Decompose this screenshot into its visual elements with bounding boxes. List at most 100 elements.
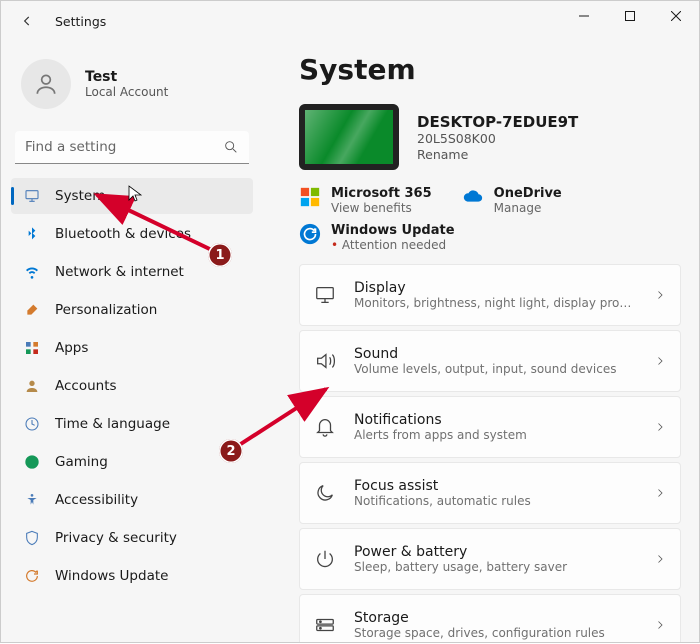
row-title: Power & battery [354, 544, 636, 560]
monitor-thumbnail [299, 104, 399, 170]
back-button[interactable] [13, 7, 41, 35]
row-sound[interactable]: SoundVolume levels, output, input, sound… [299, 330, 681, 392]
device-model: 20L5S08K00 [417, 131, 578, 146]
row-title: Notifications [354, 412, 636, 428]
sound-icon [314, 350, 336, 372]
sidebar-item-personalization[interactable]: Personalization [11, 292, 253, 328]
brush-icon [23, 301, 41, 319]
accessibility-icon [23, 491, 41, 509]
apps-icon [23, 339, 41, 357]
sidebar-item-label: Apps [55, 340, 88, 356]
annotation-badge-2: 2 [219, 439, 243, 463]
update-badge-icon [299, 223, 321, 245]
avatar [21, 59, 71, 109]
sidebar-item-label: System [55, 188, 105, 204]
sidebar-item-label: Time & language [55, 416, 170, 432]
sidebar: Test Local Account System Bluetooth & de… [1, 41, 261, 642]
search-icon [223, 139, 239, 155]
sidebar-item-privacy[interactable]: Privacy & security [11, 520, 253, 556]
service-tiles-2: Windows Update Attention needed [299, 223, 681, 252]
chevron-right-icon [654, 619, 666, 631]
wifi-icon [23, 263, 41, 281]
sidebar-item-label: Accessibility [55, 492, 138, 508]
nav-list: System Bluetooth & devices Network & int… [11, 178, 253, 594]
row-focus-assist[interactable]: Focus assistNotifications, automatic rul… [299, 462, 681, 524]
sidebar-item-label: Privacy & security [55, 530, 177, 546]
account-name: Test [85, 69, 168, 85]
settings-window: Settings Test Local Account [0, 0, 700, 643]
sidebar-item-label: Bluetooth & devices [55, 226, 191, 242]
tile-sub: Attention needed [331, 238, 455, 252]
tile-onedrive[interactable]: OneDrive Manage [462, 186, 562, 215]
row-storage[interactable]: StorageStorage space, drives, configurat… [299, 594, 681, 642]
moon-icon [314, 482, 336, 504]
minimize-button[interactable] [561, 1, 607, 31]
account-type: Local Account [85, 85, 168, 99]
sidebar-item-time-language[interactable]: Time & language [11, 406, 253, 442]
titlebar: Settings [1, 1, 699, 41]
sidebar-item-accounts[interactable]: Accounts [11, 368, 253, 404]
globe-clock-icon [23, 415, 41, 433]
row-sub: Monitors, brightness, night light, displ… [354, 296, 636, 310]
tile-microsoft365[interactable]: Microsoft 365 View benefits [299, 186, 432, 215]
device-name: DESKTOP-7EDUE9T [417, 113, 578, 131]
shield-icon [23, 529, 41, 547]
microsoft-icon [299, 186, 321, 208]
row-sub: Storage space, drives, configuration rul… [354, 626, 636, 640]
sidebar-item-label: Gaming [55, 454, 108, 470]
row-title: Display [354, 280, 636, 296]
search-box[interactable] [15, 131, 249, 164]
sidebar-item-gaming[interactable]: Gaming [11, 444, 253, 480]
sidebar-item-label: Accounts [55, 378, 117, 394]
display-icon [314, 284, 336, 306]
settings-list: DisplayMonitors, brightness, night light… [299, 264, 681, 642]
system-icon [23, 187, 41, 205]
gaming-icon [23, 453, 41, 471]
storage-icon [314, 614, 336, 636]
close-button[interactable] [653, 1, 699, 31]
chevron-right-icon [654, 289, 666, 301]
chevron-right-icon [654, 421, 666, 433]
bluetooth-icon [23, 225, 41, 243]
sidebar-item-label: Network & internet [55, 264, 184, 280]
page-title: System [299, 53, 681, 86]
main-panel: System DESKTOP-7EDUE9T 20L5S08K00 Rename… [261, 41, 699, 642]
sidebar-item-accessibility[interactable]: Accessibility [11, 482, 253, 518]
row-sub: Alerts from apps and system [354, 428, 636, 442]
rename-link[interactable]: Rename [417, 147, 578, 162]
chevron-right-icon [654, 355, 666, 367]
chevron-right-icon [654, 487, 666, 499]
tile-title: Windows Update [331, 223, 455, 238]
person-icon [23, 377, 41, 395]
chevron-right-icon [654, 553, 666, 565]
row-display[interactable]: DisplayMonitors, brightness, night light… [299, 264, 681, 326]
onedrive-icon [462, 186, 484, 208]
tile-title: OneDrive [494, 186, 562, 201]
sidebar-item-apps[interactable]: Apps [11, 330, 253, 366]
row-title: Storage [354, 610, 636, 626]
sidebar-item-label: Windows Update [55, 568, 168, 584]
tile-windows-update[interactable]: Windows Update Attention needed [299, 223, 455, 252]
update-icon [23, 567, 41, 585]
power-icon [314, 548, 336, 570]
maximize-button[interactable] [607, 1, 653, 31]
window-controls [561, 1, 699, 31]
service-tiles: Microsoft 365 View benefits OneDrive Man… [299, 186, 681, 215]
cursor-icon [128, 185, 142, 203]
row-title: Sound [354, 346, 636, 362]
row-title: Focus assist [354, 478, 636, 494]
sidebar-item-label: Personalization [55, 302, 157, 318]
window-title: Settings [55, 14, 106, 29]
search-input[interactable] [15, 131, 249, 164]
sidebar-item-windows-update[interactable]: Windows Update [11, 558, 253, 594]
row-sub: Volume levels, output, input, sound devi… [354, 362, 636, 376]
tile-sub: Manage [494, 201, 562, 215]
row-sub: Sleep, battery usage, battery saver [354, 560, 636, 574]
row-sub: Notifications, automatic rules [354, 494, 636, 508]
row-notifications[interactable]: NotificationsAlerts from apps and system [299, 396, 681, 458]
tile-title: Microsoft 365 [331, 186, 432, 201]
row-power[interactable]: Power & batterySleep, battery usage, bat… [299, 528, 681, 590]
account-block[interactable]: Test Local Account [11, 51, 253, 127]
tile-sub: View benefits [331, 201, 432, 215]
annotation-badge-1: 1 [208, 243, 232, 267]
